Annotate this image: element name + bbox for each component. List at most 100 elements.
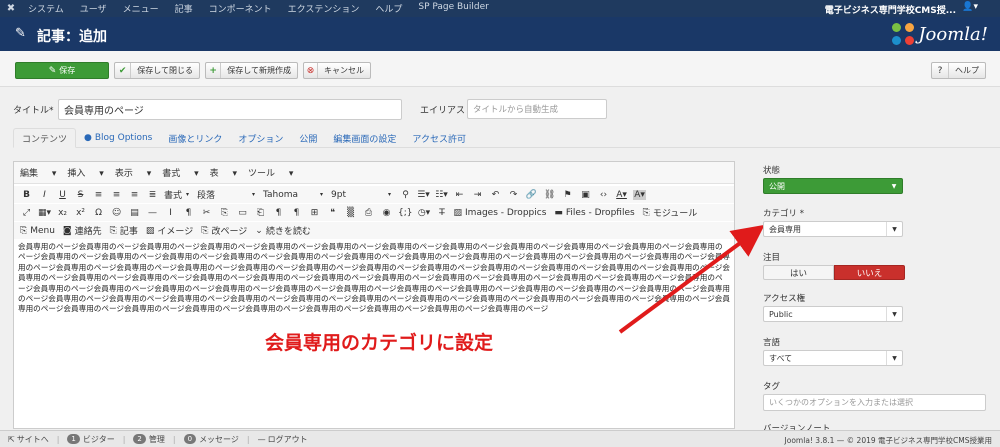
category-select[interactable]: 会員専用 ▼: [763, 221, 903, 237]
image-icon[interactable]: ▣: [579, 190, 592, 200]
strikethrough-icon[interactable]: S: [74, 190, 87, 200]
logout-link[interactable]: — ログアウト: [258, 434, 308, 445]
align-center-icon[interactable]: ≡: [110, 190, 123, 200]
binoculars-icon[interactable]: ⚲: [399, 190, 412, 200]
files-dropfiles-button[interactable]: ▬ Files - Dropfiles: [554, 208, 634, 218]
fullscreen-icon[interactable]: ⤢: [20, 208, 33, 218]
editor-menu-tools[interactable]: ツール ▾: [248, 166, 293, 179]
menu-content[interactable]: 記事: [167, 2, 201, 15]
superscript-icon[interactable]: x²: [74, 208, 87, 218]
link-icon[interactable]: 🔗: [525, 190, 538, 200]
menu-users[interactable]: ユーザ: [72, 2, 115, 15]
underline-icon[interactable]: U: [56, 190, 69, 200]
bold-icon[interactable]: B: [20, 190, 33, 200]
save-button[interactable]: ✎ 保存: [15, 62, 109, 79]
status-select[interactable]: 公開 ▼: [763, 178, 903, 194]
text-color-icon[interactable]: A▾: [615, 190, 628, 200]
menu-help[interactable]: ヘルプ: [367, 2, 410, 15]
table-icon[interactable]: ▦▾: [38, 208, 51, 218]
italic-icon[interactable]: I: [38, 190, 51, 200]
images-droppics-button[interactable]: ▨ Images - Droppics: [454, 208, 547, 218]
editor-menu-insert[interactable]: 挿入 ▾: [67, 166, 103, 179]
background-color-icon[interactable]: A▾: [633, 189, 647, 200]
paragraph-dropdown[interactable]: 段落 ▾: [197, 188, 255, 201]
align-right-icon[interactable]: ≡: [128, 190, 141, 200]
omega-icon[interactable]: Ω: [92, 208, 105, 218]
code-icon[interactable]: ‹›: [597, 190, 610, 200]
bullet-list-icon[interactable]: ☰▾: [417, 190, 430, 200]
help-button[interactable]: ? ヘルプ: [931, 62, 986, 79]
admins-link[interactable]: 2 管理: [133, 434, 165, 445]
editor-menu-format[interactable]: 書式 ▾: [162, 166, 198, 179]
readmore-button[interactable]: ⌄ 続きを読む: [255, 224, 311, 238]
paste-text-icon[interactable]: ⎗: [254, 208, 267, 218]
view-site-link[interactable]: ⇱ サイトへ: [8, 434, 49, 445]
menu-menus[interactable]: メニュー: [115, 2, 167, 15]
tab-publishing[interactable]: 公開: [291, 128, 325, 148]
hr-icon[interactable]: —: [146, 208, 159, 218]
menu-components[interactable]: コンポーネント: [201, 2, 280, 15]
title-input[interactable]: 会員専用のページ: [58, 99, 402, 120]
visualchars-icon[interactable]: ▒: [344, 208, 357, 218]
tab-permissions[interactable]: アクセス許可: [404, 128, 474, 148]
editor-menu-table[interactable]: 表 ▾: [210, 166, 237, 179]
media-icon[interactable]: ▤: [128, 208, 141, 218]
outdent-icon[interactable]: ⇤: [453, 190, 466, 200]
pilcrow-rtl-icon[interactable]: ¶: [182, 208, 195, 218]
save-new-button[interactable]: + 保存して新規作成: [205, 62, 298, 79]
menu-button[interactable]: ⎘ Menu: [20, 226, 55, 236]
user-icon[interactable]: 👤▾: [962, 2, 978, 12]
article-button[interactable]: ⎘ 記事: [110, 224, 138, 238]
featured-yes-button[interactable]: はい: [763, 265, 834, 280]
alias-input[interactable]: タイトルから自動生成: [467, 99, 607, 119]
menu-extensions[interactable]: エクステンション: [280, 2, 368, 15]
tab-editor-config[interactable]: 編集画面の設定: [325, 128, 404, 148]
clock-icon[interactable]: ◷▾: [418, 208, 431, 218]
preview-icon[interactable]: ◉: [380, 208, 393, 218]
numbered-list-icon[interactable]: ☷▾: [435, 190, 448, 200]
visitors-link[interactable]: 1 ビジター: [67, 434, 115, 445]
code-sample-icon[interactable]: {;}: [398, 208, 412, 218]
font-size-dropdown[interactable]: 9pt ▾: [331, 190, 391, 200]
editor-menu-view[interactable]: 表示 ▾: [115, 166, 151, 179]
font-dropdown[interactable]: Tahoma ▾: [263, 190, 323, 200]
access-select[interactable]: Public ▼: [763, 306, 903, 322]
cut-icon[interactable]: ✂: [200, 208, 213, 218]
format-dropdown[interactable]: 書式 ▾: [164, 188, 189, 201]
editor-menu-edit[interactable]: 編集 ▾: [20, 166, 56, 179]
save-close-button[interactable]: ✔ 保存して閉じる: [114, 62, 200, 79]
anchor-icon[interactable]: ⚑: [561, 190, 574, 200]
align-justify-icon[interactable]: ≣: [146, 190, 159, 200]
undo-icon[interactable]: ↶: [489, 190, 502, 200]
pagebreak-button[interactable]: ⎘ 改ページ: [201, 224, 247, 238]
indent-icon[interactable]: ⇥: [471, 190, 484, 200]
tab-images-links[interactable]: 画像とリンク: [160, 128, 230, 148]
paste-icon[interactable]: ▭: [236, 208, 249, 218]
tab-content[interactable]: コンテンツ: [13, 128, 77, 148]
remove-format-icon[interactable]: Ⅰ: [164, 208, 177, 218]
menu-sp-page-builder[interactable]: SP Page Builder: [410, 2, 496, 15]
subscript-icon[interactable]: x₂: [56, 208, 69, 218]
tags-input[interactable]: いくつかのオプションを入力または選択: [763, 394, 986, 411]
language-select[interactable]: すべて ▼: [763, 350, 903, 366]
module-button[interactable]: ⎘ モジュール: [643, 206, 698, 220]
tab-options[interactable]: オプション: [230, 128, 291, 148]
blockquote-icon[interactable]: ❝: [326, 208, 339, 218]
rtl-icon[interactable]: ¶: [290, 208, 303, 218]
align-left-icon[interactable]: ≡: [92, 190, 105, 200]
tab-blog-options[interactable]: ● Blog Options: [76, 128, 160, 148]
template-icon[interactable]: ⊞: [308, 208, 321, 218]
featured-no-button[interactable]: いいえ: [834, 265, 905, 280]
emoticon-icon[interactable]: ☺: [110, 208, 123, 218]
cancel-button[interactable]: ⊗ キャンセル: [303, 62, 371, 79]
messages-link[interactable]: 0 メッセージ: [183, 434, 239, 445]
print-icon[interactable]: ⎙: [362, 208, 375, 218]
insert-image-button[interactable]: ▨ イメージ: [146, 224, 193, 238]
clear-format-icon[interactable]: T̶: [436, 208, 449, 218]
ltr-icon[interactable]: ¶: [272, 208, 285, 218]
menu-system[interactable]: システム: [20, 2, 72, 15]
contact-button[interactable]: ◙ 連絡先: [63, 224, 102, 238]
joomla-x-icon[interactable]: ✖: [2, 3, 20, 14]
site-name-link[interactable]: 電子ビジネス専門学校CMS授...: [825, 3, 956, 16]
unlink-icon[interactable]: ⛓: [543, 190, 556, 200]
